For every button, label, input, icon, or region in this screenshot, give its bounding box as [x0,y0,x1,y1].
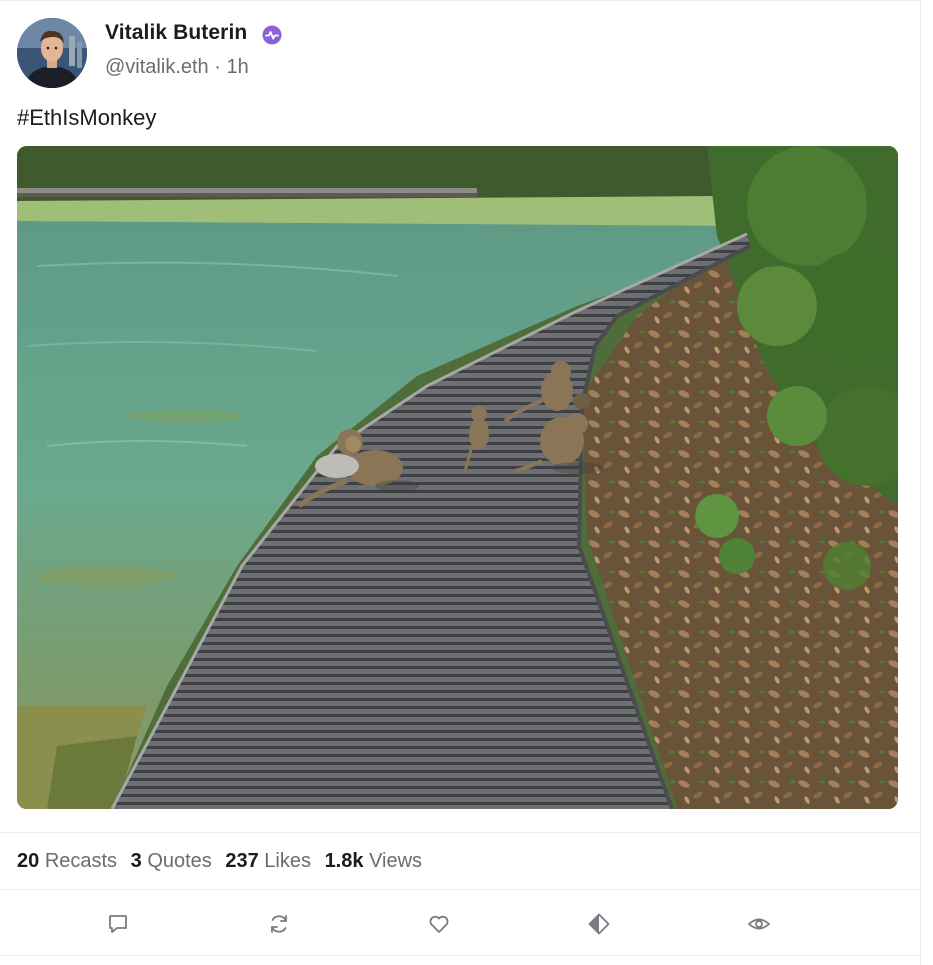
divider [0,955,921,956]
divider [0,832,921,833]
stat-likes[interactable]: 237 Likes [225,850,311,873]
eye-icon [748,918,770,930]
power-badge-icon [262,25,282,45]
action-bar [0,901,921,947]
post-text[interactable]: #EthIsMonkey [17,105,156,131]
avatar[interactable] [17,18,87,88]
recast-button[interactable] [262,907,296,941]
handle-line: @vitalik.eth · 1h [105,56,249,79]
stat-views: 1.8k Views [324,850,423,872]
author-handle[interactable]: @vitalik.eth [105,56,209,78]
post-image[interactable] [17,146,898,809]
author-name[interactable]: Vitalik Buterin [105,21,247,45]
engagement-stats: 20 Recasts 3 Quotes 237 Likes 1.8k Views [17,850,430,873]
mint-button[interactable] [582,907,616,941]
mint-icon [588,913,610,935]
divider [0,889,921,890]
reply-icon [109,915,127,933]
cast-card: Vitalik Buterin @vitalik.eth · 1h #EthIs… [0,0,921,965]
heart-icon [429,915,449,933]
post-time[interactable]: 1h [226,56,248,78]
separator: · [214,56,221,78]
views-button[interactable] [742,907,776,941]
stat-quotes[interactable]: 3 Quotes [131,850,212,873]
recast-icon [271,915,287,933]
like-button[interactable] [422,907,456,941]
reply-button[interactable] [101,907,135,941]
stat-recasts[interactable]: 20 Recasts [17,850,117,873]
